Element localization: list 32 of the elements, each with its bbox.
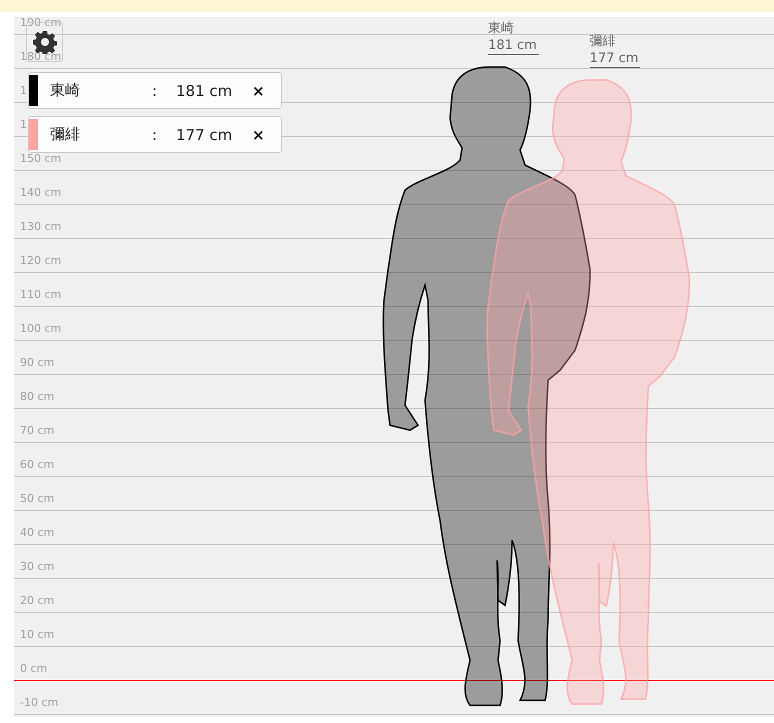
scale-label: 180 cm <box>20 51 62 63</box>
separator: : <box>152 82 158 100</box>
person-name: 東崎 <box>488 20 514 37</box>
scale-label: 90 cm <box>20 357 54 369</box>
scale-label: 100 cm <box>20 323 62 335</box>
remove-button[interactable]: × <box>248 126 269 144</box>
scale-label: 60 cm <box>20 459 54 471</box>
scale-label: 30 cm <box>20 561 54 573</box>
scale-label: -10 cm <box>20 697 58 709</box>
separator: : <box>152 126 158 144</box>
height-value: 177 cm <box>176 126 234 144</box>
scale-label: 1 <box>20 119 27 131</box>
scale-label: 1 <box>20 85 27 97</box>
person-name: 東崎 <box>50 81 81 100</box>
scale-label: 150 cm <box>20 153 62 165</box>
scale-label: 120 cm <box>20 255 62 267</box>
remove-button[interactable]: × <box>248 82 269 100</box>
scale-label: 0 cm <box>20 663 48 675</box>
scale-label: 40 cm <box>20 527 54 539</box>
scale-label: 10 cm <box>20 629 54 641</box>
scale-label: 50 cm <box>20 493 54 505</box>
person-name: 彌緋 <box>50 125 81 144</box>
height-label: 181 cm <box>488 36 539 55</box>
scale-label: 130 cm <box>20 221 62 233</box>
scale-label: 80 cm <box>20 391 54 403</box>
scale-label: 110 cm <box>20 289 62 301</box>
person-name: 彌緋 <box>590 33 616 50</box>
scale-label: 70 cm <box>20 425 54 437</box>
height-label: 177 cm <box>590 50 640 68</box>
scale-label: 140 cm <box>20 187 62 199</box>
height-value: 181 cm <box>176 82 234 100</box>
scale-label: 20 cm <box>20 595 54 607</box>
